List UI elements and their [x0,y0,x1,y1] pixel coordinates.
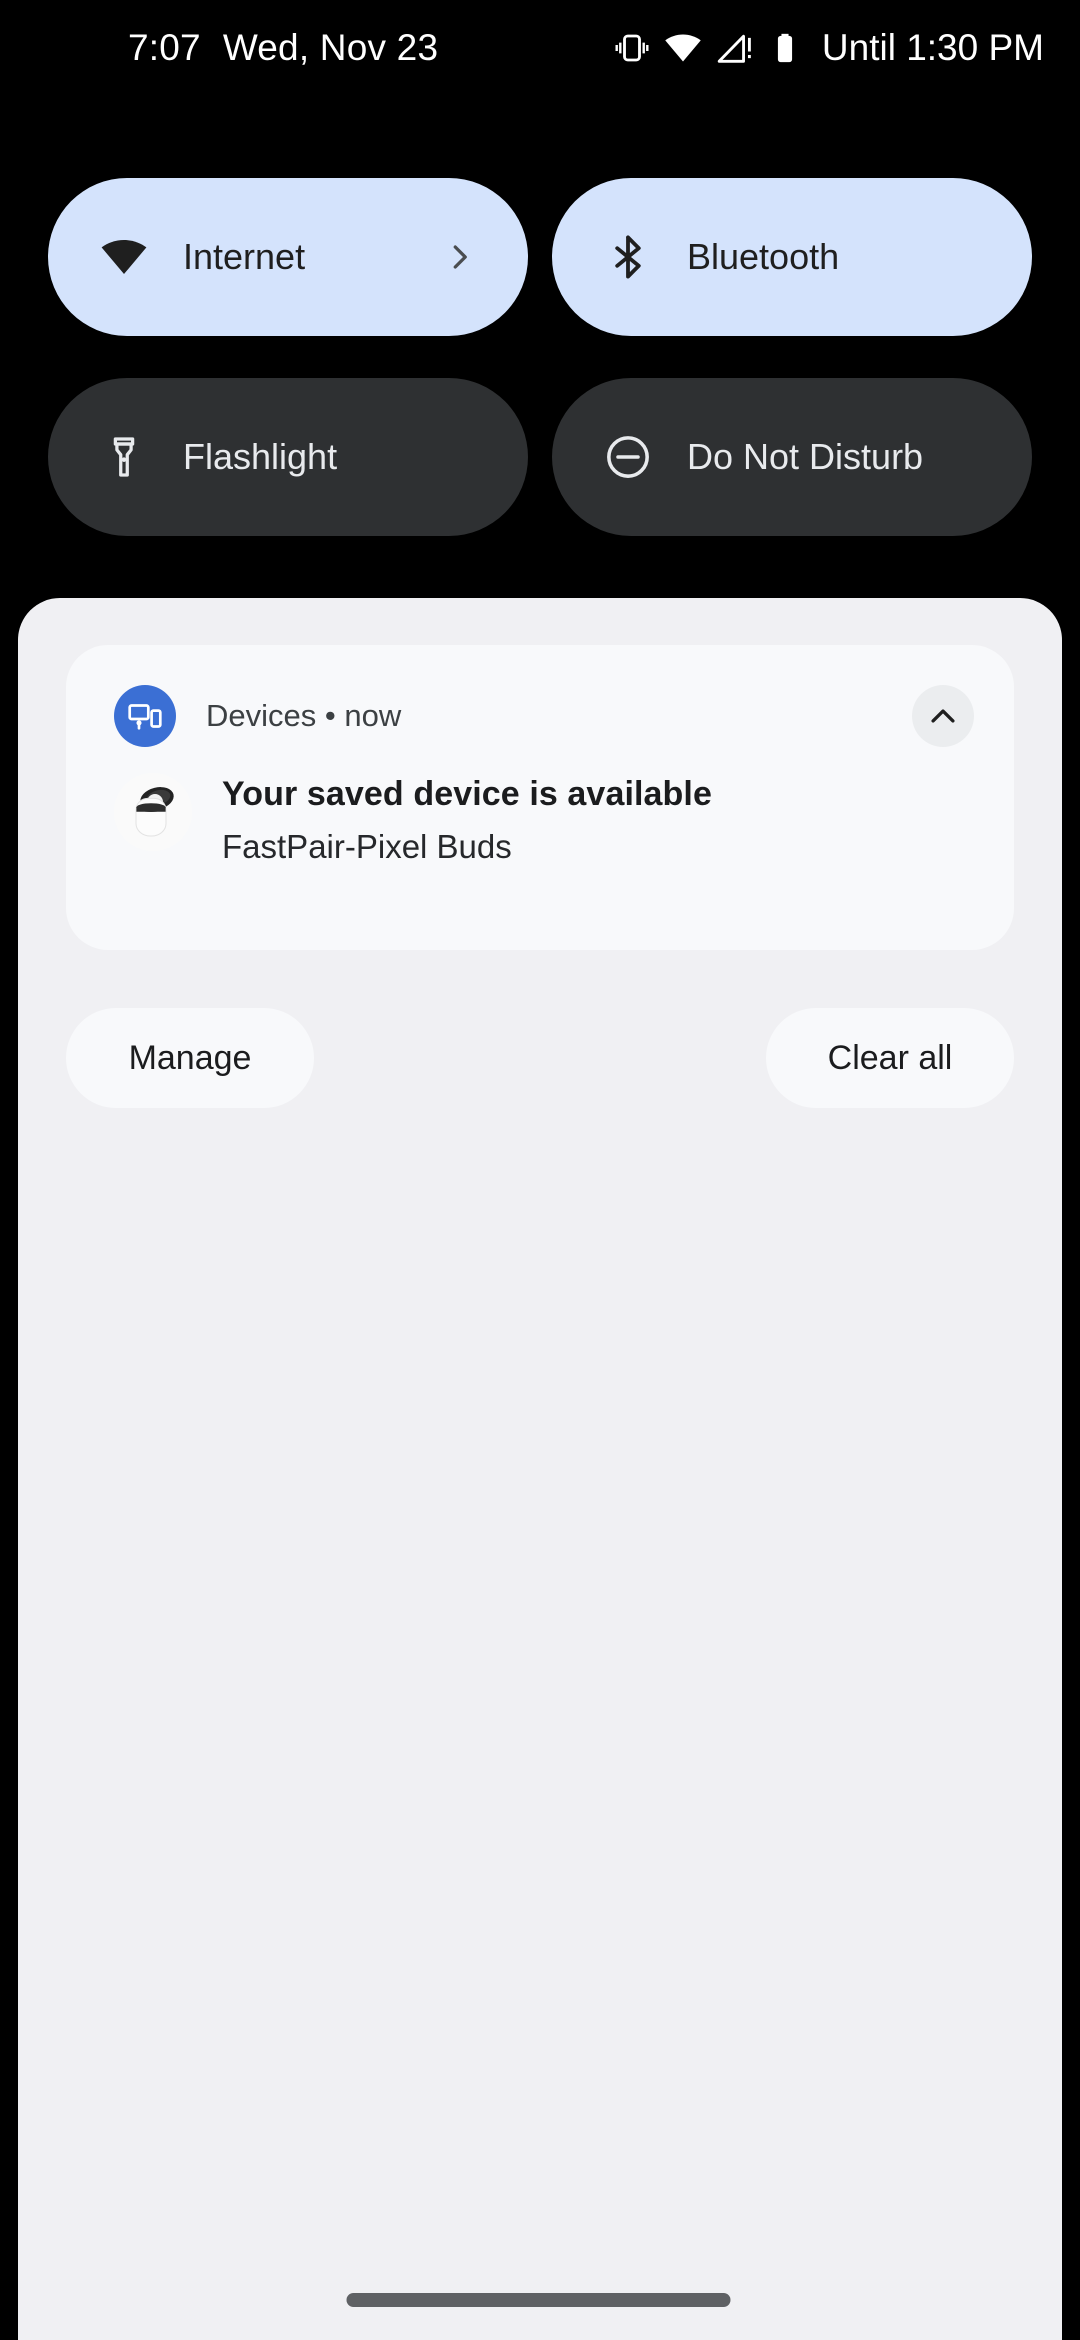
qs-tile-label: Do Not Disturb [687,436,924,477]
notification-shade: Devices • now Your saved device is avail… [18,598,1062,2340]
clear-all-button-label: Clear all [827,1038,953,1077]
pixel-buds-case-image [114,773,192,851]
qs-tile-do-not-disturb[interactable]: Do Not Disturb [552,378,1032,536]
collapse-notification-button[interactable] [912,685,974,747]
notification-subtitle: FastPair-Pixel Buds [222,827,512,865]
qs-tile-label: Flashlight [183,436,338,477]
manage-button[interactable]: Manage [66,1008,314,1108]
flashlight-icon [98,431,150,483]
notification-card[interactable]: Devices • now Your saved device is avail… [66,645,1014,950]
chevron-right-icon[interactable] [444,242,474,272]
notification-app-meta: Devices • now [206,698,402,733]
phone-screen: 7:07 Wed, Nov 23 Until 1:30 PM Internet … [0,0,1080,2340]
devices-icon [114,685,176,747]
status-bar-left: 7:07 Wed, Nov 23 [128,0,438,96]
clear-all-button[interactable]: Clear all [766,1008,1014,1108]
manage-button-label: Manage [128,1038,252,1077]
minus-circle-icon [602,431,654,483]
notification-body: Your saved device is available FastPair-… [114,771,966,867]
bluetooth-icon [602,231,654,283]
status-bar: 7:07 Wed, Nov 23 Until 1:30 PM [0,0,1080,96]
battery-estimate-text: Until 1:30 PM [821,27,1044,68]
qs-tile-bluetooth[interactable]: Bluetooth [552,178,1032,336]
home-gesture-bar[interactable] [346,2293,731,2307]
wifi-icon [664,29,702,67]
notification-header: Devices • now [114,685,974,747]
qs-tile-label: Internet [183,236,306,277]
qs-tile-internet[interactable]: Internet [48,178,528,336]
qs-tile-label: Bluetooth [687,236,840,277]
qs-tile-flashlight[interactable]: Flashlight [48,378,528,536]
battery-icon [768,31,802,65]
status-bar-clock: 7:07 [128,27,201,68]
status-bar-date: Wed, Nov 23 [222,27,439,68]
no-sim-signal-icon [716,29,754,67]
vibrate-icon [614,30,650,66]
wifi-icon [98,231,150,283]
status-bar-right: Until 1:30 PM [614,0,1044,96]
notification-title: Your saved device is available [222,775,712,813]
notification-text-block: Your saved device is available FastPair-… [222,771,712,867]
